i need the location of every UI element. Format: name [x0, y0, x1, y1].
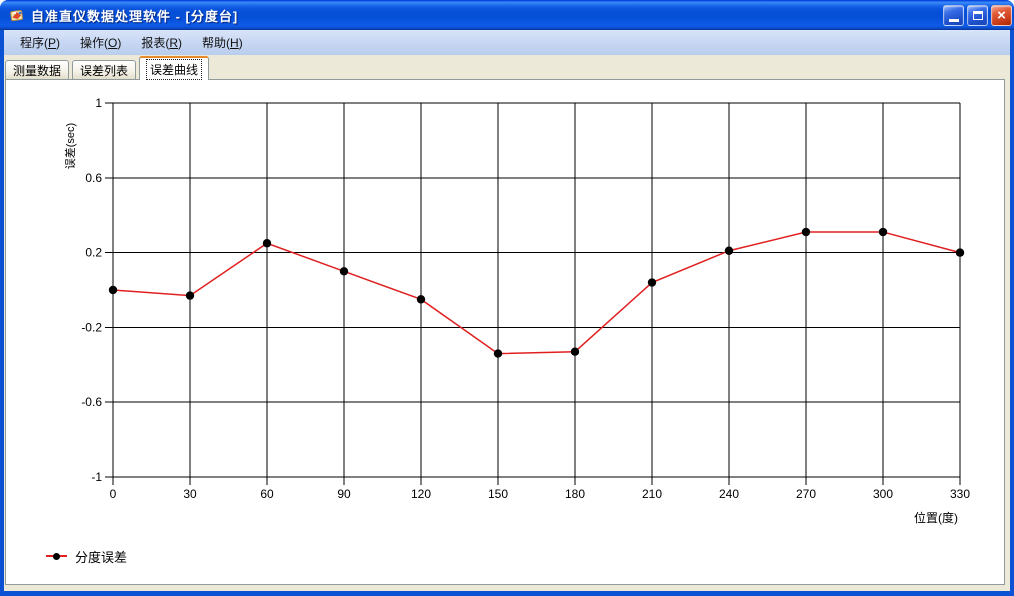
menu-item-help[interactable]: 帮助(H): [192, 30, 253, 55]
svg-text:120: 120: [411, 487, 431, 501]
minimize-button[interactable]: [943, 5, 964, 26]
y-axis-label: 误差(sec): [62, 106, 76, 186]
svg-text:150: 150: [488, 487, 508, 501]
error-curve-panel: 1 0.6 0.2 -0.2 -0.6 -1 0 30 60 90 120 150 180 210 240 2…: [5, 79, 1005, 585]
legend: 分度误差: [46, 547, 127, 565]
tab-label: 测量数据: [13, 62, 61, 79]
svg-text:1: 1: [95, 96, 102, 110]
svg-text:330: 330: [950, 487, 970, 501]
menu-item-report[interactable]: 报表(R): [131, 30, 192, 55]
client-area: 测量数据 误差列表 误差曲线 10.60.2-0.2-0.6-103060901…: [4, 55, 1010, 591]
legend-marker-dot: [53, 553, 60, 560]
app-icon[interactable]: [9, 7, 25, 23]
close-icon: ×: [997, 8, 1006, 23]
svg-text:180: 180: [565, 487, 585, 501]
svg-text:60: 60: [260, 487, 274, 501]
menubar: 程序(P) 操作(O) 报表(R) 帮助(H): [4, 30, 1010, 55]
menu-item-program[interactable]: 程序(P): [10, 30, 70, 55]
tab-error-curve[interactable]: 误差曲线: [139, 56, 209, 80]
tab-label: 误差列表: [80, 62, 128, 79]
svg-text:240: 240: [719, 487, 739, 501]
window-controls: ×: [943, 5, 1012, 26]
close-button[interactable]: ×: [991, 5, 1012, 26]
svg-text:30: 30: [183, 487, 197, 501]
tab-measurement-data[interactable]: 测量数据: [5, 60, 69, 80]
maximize-button[interactable]: [967, 5, 988, 26]
svg-text:0: 0: [110, 487, 117, 501]
tab-strip: 测量数据 误差列表 误差曲线: [5, 56, 209, 80]
svg-text:270: 270: [796, 487, 816, 501]
titlebar: 自准直仪数据处理软件 - [分度台] ×: [0, 0, 1014, 30]
legend-line-swatch: [46, 555, 67, 557]
svg-text:0.2: 0.2: [85, 246, 102, 260]
tab-label: 误差曲线: [146, 59, 202, 80]
svg-text:-0.2: -0.2: [81, 320, 102, 334]
minimize-icon: [949, 19, 959, 22]
svg-text:-0.6: -0.6: [81, 395, 102, 409]
svg-text:300: 300: [873, 487, 893, 501]
chart-svg: 1 0.6 0.2 -0.2 -0.6 -1 0 30 60 90 120 150 180 210 240 2…: [6, 80, 1004, 584]
tab-error-list[interactable]: 误差列表: [72, 60, 136, 80]
svg-text:210: 210: [642, 487, 662, 501]
window-title: 自准直仪数据处理软件 - [分度台]: [31, 6, 238, 25]
maximize-icon: [973, 11, 983, 20]
svg-text:90: 90: [337, 487, 351, 501]
menu-item-operation[interactable]: 操作(O): [70, 30, 131, 55]
x-axis-label: 位置(度): [914, 509, 958, 526]
window: 自准直仪数据处理软件 - [分度台] × 程序(P) 操作(O) 报表(R) 帮…: [0, 0, 1014, 596]
svg-text:0.6: 0.6: [85, 171, 102, 185]
svg-text:-1: -1: [91, 470, 102, 484]
legend-label: 分度误差: [75, 547, 127, 566]
